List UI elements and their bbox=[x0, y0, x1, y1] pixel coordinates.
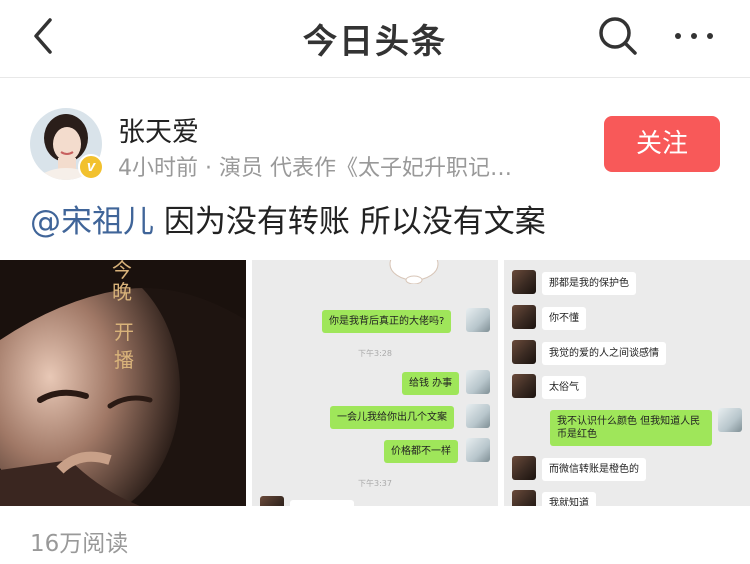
post-image-3[interactable]: 那都是我的保护色 你不懂 我觉的爱的人之间谈感情 太俗气 我不认识什么颜色 但我… bbox=[504, 260, 750, 506]
verified-badge-icon: v bbox=[78, 154, 104, 180]
chat-avatar bbox=[512, 374, 536, 398]
chat-timestamp: 下午3:37 bbox=[358, 479, 392, 488]
post-body: 因为没有转账 所以没有文案 bbox=[154, 204, 546, 240]
read-count: 16万阅读 bbox=[30, 531, 129, 557]
mention-link[interactable]: @宋祖儿 bbox=[30, 204, 154, 240]
author-meta: 4小时前 · 演员 代表作《太子妃升职记… bbox=[118, 156, 512, 181]
chat-avatar bbox=[512, 305, 536, 329]
author-avatar[interactable]: v bbox=[30, 108, 104, 180]
chat-avatar bbox=[512, 340, 536, 364]
chat-bubble: 一会儿我给你出几个文案 bbox=[330, 406, 454, 429]
chat-avatar bbox=[466, 370, 490, 394]
chat-bubble: 你是我背后真正的大佬吗? bbox=[322, 310, 452, 333]
chat-bubble: 而微信转账是橙色的 bbox=[542, 458, 646, 481]
follow-button[interactable]: 关注 bbox=[604, 116, 720, 172]
chat-bubble: 那都是我的保护色 bbox=[542, 272, 636, 295]
chat-bubble: 我不认识什么颜色 但我知道人民币是红色 bbox=[550, 410, 712, 446]
chat-avatar bbox=[512, 270, 536, 294]
sticker-image bbox=[389, 260, 439, 284]
chat-bubble: 我觉的爱的人之间谈感情 bbox=[542, 342, 666, 365]
chat-timestamp: 下午3:28 bbox=[358, 349, 392, 358]
poster-text-4: 播 bbox=[114, 348, 134, 372]
chat-avatar bbox=[512, 490, 536, 506]
chat-bubble: 价格都不一样 bbox=[384, 440, 458, 463]
image-grid: 今 晚 开 播 你是我背后真正的大佬吗? 下午3:28 给钱 办事 一会儿我给你… bbox=[0, 260, 750, 506]
post-image-1[interactable]: 今 晚 开 播 bbox=[0, 260, 246, 506]
poster-text-2: 晚 bbox=[112, 280, 132, 304]
chat-bubble: 我就知道 bbox=[542, 492, 596, 506]
chat-avatar bbox=[466, 404, 490, 428]
post-image-2[interactable]: 你是我背后真正的大佬吗? 下午3:28 给钱 办事 一会儿我给你出几个文案 价格… bbox=[252, 260, 498, 506]
search-icon[interactable] bbox=[596, 14, 640, 58]
chat-avatar bbox=[466, 438, 490, 462]
chat-avatar bbox=[260, 496, 284, 506]
chat-avatar bbox=[512, 456, 536, 480]
chat-bubble: 你不懂 bbox=[542, 307, 586, 330]
post-text: @宋祖儿 因为没有转账 所以没有文案 bbox=[30, 196, 546, 241]
chat-bubble: 给钱 办事 bbox=[402, 372, 460, 395]
author-name[interactable]: 张天爱 bbox=[118, 110, 199, 149]
more-options-icon[interactable] bbox=[672, 24, 716, 48]
chat-bubble-partial bbox=[290, 500, 354, 506]
chat-avatar bbox=[466, 308, 490, 332]
chat-avatar bbox=[718, 408, 742, 432]
top-navbar: 今日头条 bbox=[0, 0, 750, 78]
poster-text-3: 开 bbox=[114, 320, 134, 344]
chat-bubble: 太俗气 bbox=[542, 376, 586, 399]
